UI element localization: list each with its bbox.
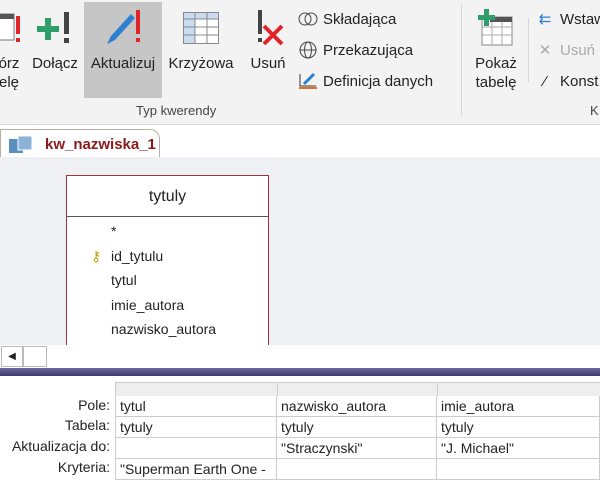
row-label-field: Pole: — [78, 397, 110, 413]
field-item[interactable]: nazwisko_autora — [67, 317, 268, 342]
divider — [437, 382, 438, 396]
passthrough-button[interactable]: Przekazująca — [298, 38, 413, 62]
field-list-tytuly[interactable]: tytuly * ⚷ id_tytulu tytul imie_autora na… — [66, 175, 269, 350]
show-table-icon — [466, 2, 526, 54]
ribbon: órz elę Dołącz Aktualizuj Krzyżowa Usuń S… — [0, 0, 600, 125]
update-button[interactable]: Aktualizuj — [84, 2, 162, 98]
grid-cell-criteria[interactable] — [277, 459, 437, 480]
data-definition-button[interactable]: Definicja danych — [298, 69, 433, 93]
column-selector-row[interactable] — [115, 382, 600, 396]
delete-query-icon — [244, 2, 292, 54]
remove-rows-icon: ✕ — [538, 42, 552, 59]
builder-button[interactable]: ⁄ Konst — [535, 69, 599, 93]
pane-splitter[interactable] — [0, 368, 600, 376]
scroll-left-icon[interactable]: ◀ — [1, 346, 23, 367]
remove-rows-button[interactable]: ✕ Usuń — [535, 38, 595, 62]
insert-rows-button[interactable]: ⇇ Wstaw — [535, 7, 600, 31]
grid-cell-criteria[interactable] — [437, 459, 600, 480]
horizontal-scrollbar[interactable]: ◀ — [0, 345, 600, 368]
grid-cell-table[interactable]: tytuly — [115, 417, 277, 438]
table-title: tytuly — [67, 176, 268, 217]
primary-key-icon: ⚷ — [91, 247, 102, 264]
update-pencil-icon — [84, 2, 162, 54]
grid-cell-update-to[interactable]: "J. Michael" — [437, 438, 600, 459]
builder-wand-icon: ⁄ — [543, 72, 547, 90]
separator — [461, 4, 462, 116]
query-design-grid: Pole: Tabela: Aktualizacja do: Kryteria:… — [0, 376, 600, 480]
crosstab-button[interactable]: Krzyżowa — [164, 2, 238, 98]
grid-cell-field[interactable]: nazwisko_autora — [277, 396, 437, 417]
crosstab-icon — [164, 2, 238, 54]
grid-cell-update-to[interactable]: "Straczynski" — [277, 438, 437, 459]
make-table-button[interactable]: órz elę — [0, 2, 26, 98]
group-label-query-type: Typ kwerendy — [136, 103, 217, 118]
field-item[interactable]: * — [67, 219, 268, 244]
grid-cell-criteria[interactable]: "Superman Earth One - — [115, 459, 277, 480]
field-item[interactable]: imie_autora — [67, 293, 268, 318]
tab-kw-nazwiska-1[interactable]: kw_nazwiska_1 — [0, 129, 160, 159]
insert-rows-icon: ⇇ — [538, 11, 552, 28]
data-definition-icon — [298, 72, 318, 90]
divider — [277, 382, 278, 396]
tab-label: kw_nazwiska_1 — [45, 136, 156, 153]
union-icon — [298, 12, 318, 26]
grid-cell-table[interactable]: tytuly — [437, 417, 600, 438]
grid-cell-table[interactable]: tytuly — [277, 417, 437, 438]
show-table-button[interactable]: Pokaż tabelę — [466, 2, 526, 98]
group-label-setup: K — [590, 103, 599, 118]
row-label-criteria: Kryteria: — [57, 459, 110, 475]
scroll-thumb[interactable] — [23, 346, 47, 367]
globe-icon — [298, 41, 318, 59]
field-item[interactable]: ⚷ id_tytulu — [67, 244, 268, 269]
make-table-icon — [0, 2, 26, 54]
append-button[interactable]: Dołącz — [28, 2, 82, 98]
row-label-table: Tabela: — [64, 417, 110, 433]
append-icon — [28, 2, 82, 54]
field-item[interactable]: tytul — [67, 268, 268, 293]
union-button[interactable]: Składająca — [298, 7, 396, 31]
delete-query-button[interactable]: Usuń — [244, 2, 292, 98]
separator — [528, 18, 529, 82]
grid-cell-field[interactable]: imie_autora — [437, 396, 600, 417]
grid-cell-update-to[interactable] — [115, 438, 277, 459]
query-icon — [9, 135, 33, 153]
row-label-update-to: Aktualizacja do: — [11, 438, 110, 454]
grid-cell-field[interactable]: tytul — [115, 396, 277, 417]
